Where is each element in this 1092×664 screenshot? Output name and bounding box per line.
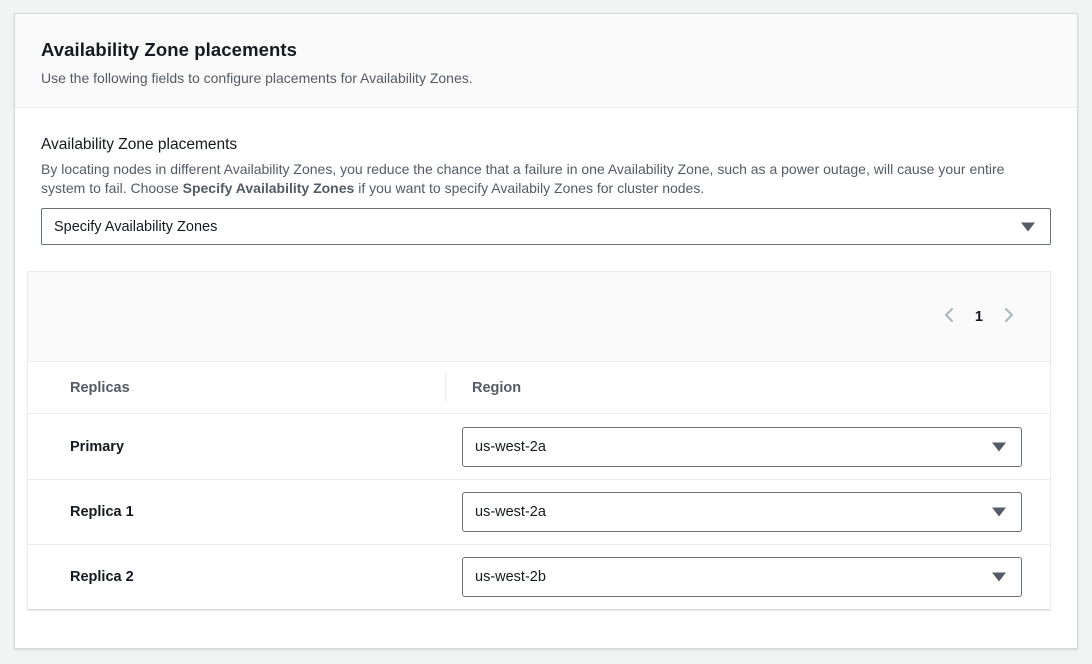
next-page-button[interactable]: [996, 304, 1022, 330]
description-text-tail: if you want to specify Availabily Zones …: [354, 180, 704, 196]
caret-down-icon: [1021, 222, 1035, 231]
caret-down-icon: [992, 573, 1006, 582]
chevron-right-icon: [1004, 307, 1015, 326]
az-placements-table: 1 Replicas Region Primary: [27, 271, 1051, 610]
region-select-replica-2[interactable]: us-west-2b: [462, 557, 1022, 597]
region-select-replica-1-value: us-west-2a: [475, 504, 546, 520]
region-select-replica-2-value: us-west-2b: [475, 569, 546, 585]
region-select-primary[interactable]: us-west-2a: [462, 427, 1022, 467]
az-placement-mode-select[interactable]: Specify Availability Zones: [41, 208, 1051, 245]
replica-name-label: Replica 1: [28, 504, 437, 520]
availability-zone-placements-panel: Availability Zone placements Use the fol…: [14, 13, 1078, 649]
table-row-replica-1: Replica 1 us-west-2a: [28, 479, 1050, 544]
region-select-replica-1[interactable]: us-west-2a: [462, 492, 1022, 532]
table-row-replica-2: Replica 2 us-west-2b: [28, 544, 1050, 609]
region-cell: us-west-2a: [437, 492, 1050, 532]
region-select-primary-value: us-west-2a: [475, 439, 546, 455]
replica-name-label: Primary: [28, 439, 437, 455]
column-header-region: Region: [445, 362, 1050, 413]
panel-header: Availability Zone placements Use the fol…: [15, 14, 1077, 108]
column-header-replicas: Replicas: [28, 380, 445, 396]
page-background: Availability Zone placements Use the fol…: [0, 0, 1092, 664]
az-placements-field-label: Availability Zone placements: [41, 136, 1051, 154]
az-placement-mode-select-value: Specify Availability Zones: [54, 219, 217, 235]
table-header-row: Replicas Region: [28, 362, 1050, 414]
chevron-left-icon: [943, 307, 954, 326]
table-row-primary: Primary us-west-2a: [28, 414, 1050, 479]
panel-subtitle: Use the following fields to configure pl…: [41, 70, 1051, 86]
pagination: 1: [936, 304, 1022, 330]
replica-name-label: Replica 2: [28, 569, 437, 585]
panel-title: Availability Zone placements: [41, 39, 1051, 61]
panel-body: Availability Zone placements By locating…: [15, 108, 1077, 648]
region-cell: us-west-2a: [437, 427, 1050, 467]
description-bold-text: Specify Availability Zones: [183, 180, 355, 196]
region-cell: us-west-2b: [437, 557, 1050, 597]
table-toolbar: 1: [28, 272, 1050, 362]
az-placements-description: By locating nodes in different Availabil…: [41, 160, 1051, 198]
previous-page-button[interactable]: [936, 304, 962, 330]
caret-down-icon: [992, 508, 1006, 517]
current-page-number: 1: [970, 309, 988, 325]
caret-down-icon: [992, 442, 1006, 451]
